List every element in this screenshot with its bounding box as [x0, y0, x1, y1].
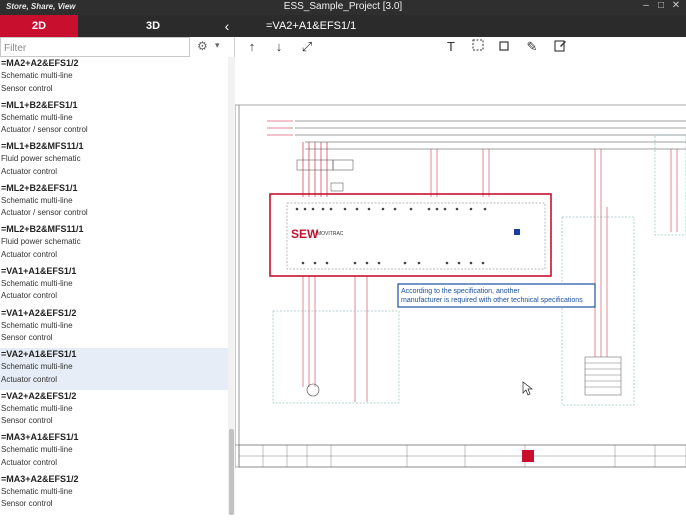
- bus-lines: [295, 120, 686, 150]
- sidebar-item-title: =ML2+B2&MFS11/1: [1, 224, 84, 235]
- sidebar-item-function: Actuator / sensor control: [1, 125, 88, 135]
- motor-symbol: [306, 383, 320, 397]
- terminal-row-top: [295, 207, 487, 211]
- sidebar-item-title: =VA2+A1&EFS1/1: [1, 349, 77, 360]
- header-rail: [267, 120, 293, 136]
- sew-logo: SEW: [291, 227, 319, 241]
- sidebar-item-type: Schematic multi-line: [1, 278, 73, 288]
- sidebar-item-title: =ML1+B2&MFS11/1: [1, 141, 84, 152]
- sidebar-item-function: Actuator control: [1, 249, 58, 259]
- sidebar-item-title: =MA3+A2&EFS1/2: [1, 473, 79, 484]
- sidebar-item-title: =MA2+A2&EFS1/2: [1, 58, 79, 68]
- sidebar-item[interactable]: =MA3+A2&EFS1/2 Schematic multi-line Sensor…: [0, 473, 228, 515]
- sidebar-item-type: Schematic multi-line: [1, 195, 73, 205]
- filter-field[interactable]: [0, 37, 190, 58]
- sidebar-item-type: Schematic multi-line: [1, 362, 73, 372]
- sidebar-item[interactable]: =VA2+A2&EFS1/2 Schematic multi-line Sensor…: [0, 390, 228, 432]
- sidebar-item[interactable]: =ML2+B2&MFS11/1 Fluid power schematic Actu…: [0, 223, 228, 265]
- text-tool-icon[interactable]: T: [442, 39, 460, 55]
- close-icon[interactable]: ✕: [670, 0, 682, 11]
- sidebar-scrollbar[interactable]: [228, 57, 235, 515]
- sidebar-item-type: Schematic multi-line: [1, 71, 73, 80]
- sidebar-item-title: =ML1+B2&EFS1/1: [1, 99, 78, 110]
- sidebar-item[interactable]: =VA2+A1&EFS1/1 Schematic multi-line Actuat…: [0, 348, 228, 390]
- gear-icon[interactable]: ⚙: [197, 39, 208, 53]
- sidebar-item-function: Actuator control: [1, 166, 58, 176]
- sidebar-item-title: =VA1+A2&EFS1/2: [1, 307, 77, 318]
- motor-circuit: [302, 276, 368, 402]
- terminal-strip-lines: [585, 362, 621, 388]
- mouse-cursor-icon: [522, 381, 534, 396]
- sidebar-item-function: Actuator / sensor control: [1, 208, 88, 218]
- sidebar-item[interactable]: =ML2+B2&EFS1/1 Schematic multi-line Actuat…: [0, 182, 228, 224]
- sidebar-item-type: Schematic multi-line: [1, 486, 73, 496]
- sidebar-item-function: Sensor control: [1, 416, 53, 426]
- far-right-box: [654, 134, 686, 236]
- movitrac-label: MOVITRAC: [317, 231, 344, 237]
- rectangle-tool-icon[interactable]: [495, 39, 513, 55]
- frame-select-icon[interactable]: [469, 39, 487, 55]
- sidebar-item-type: Fluid power schematic: [1, 237, 81, 247]
- sidebar-item[interactable]: =ML1+B2&EFS1/1 Schematic multi-line Actuat…: [0, 99, 228, 141]
- sidebar-item[interactable]: =VA1+A1&EFS1/1 Schematic multi-line Actuat…: [0, 265, 228, 307]
- minimize-icon[interactable]: –: [640, 0, 652, 11]
- sidebar-item-title: =ML2+B2&EFS1/1: [1, 182, 78, 193]
- blue-marker: [514, 229, 520, 235]
- right-panel: [561, 216, 635, 406]
- sidebar-item-type: Schematic multi-line: [1, 320, 73, 330]
- tab-3d[interactable]: 3D: [78, 15, 228, 37]
- sidebar-item-type: Schematic multi-line: [1, 112, 73, 122]
- sidebar-item-function: Sensor control: [1, 333, 53, 343]
- sidebar-item-function: Sensor control: [1, 499, 53, 509]
- arrow-up-icon[interactable]: ↑: [243, 39, 261, 55]
- sidebar-item-type: Schematic multi-line: [1, 403, 73, 413]
- page-list: =MA2+A2&EFS1/2 Schematic multi-line Sensor…: [0, 57, 228, 515]
- annotation-line-1: According to the specification, another: [401, 288, 520, 295]
- sidebar-item-function: Actuator control: [1, 457, 58, 467]
- pen-tool-icon[interactable]: ✎: [523, 39, 541, 55]
- motor-box: [272, 310, 400, 404]
- toolbar: ↑ ↓ ⤢ T ✎: [240, 37, 686, 57]
- sidebar-item-type: Fluid power schematic: [1, 154, 81, 164]
- maximize-icon[interactable]: □: [655, 0, 667, 11]
- page-title: =VA2+A1&EFS1/1: [240, 15, 686, 37]
- collapse-sidebar-button[interactable]: ‹: [216, 15, 238, 37]
- terminal-strip: [584, 356, 622, 396]
- chevron-down-icon[interactable]: ▾: [215, 40, 220, 51]
- view-tabs: 2D 3D ‹: [0, 15, 240, 37]
- power-feed: [302, 142, 328, 197]
- sidebar-item-type: Schematic multi-line: [1, 445, 73, 455]
- project-title: ESS_Sample_Project [3.0]: [283, 1, 403, 12]
- breaker-symbols: [296, 159, 354, 192]
- sidebar-item-function: Actuator control: [1, 291, 58, 301]
- right-feed: [594, 207, 608, 357]
- fit-screen-icon[interactable]: ⤢: [298, 39, 316, 55]
- sidebar-item[interactable]: =MA3+A1&EFS1/1 Schematic multi-line Actuat…: [0, 431, 228, 473]
- tab-2d[interactable]: 2D: [0, 15, 78, 37]
- filter-input[interactable]: [1, 39, 189, 58]
- terminal-row-bottom: [301, 261, 485, 265]
- schematic-canvas[interactable]: SEW MOVITRAC According to the specificat…: [234, 57, 686, 515]
- sidebar-item-title: =MA3+A1&EFS1/1: [1, 432, 79, 443]
- sidebar-item-title: =VA2+A2&EFS1/2: [1, 390, 77, 401]
- sidebar-item[interactable]: =MA2+A2&EFS1/2 Schematic multi-line Sensor…: [0, 57, 228, 99]
- edit-note-icon[interactable]: [551, 39, 569, 55]
- far-right-lines: [670, 149, 678, 232]
- sidebar-item-function: Sensor control: [1, 83, 53, 93]
- sidebar: ⚙ ▾ =MA2+A2&EFS1/2 Schematic multi-line Se…: [0, 37, 235, 515]
- branch-lines: [430, 149, 602, 207]
- arrow-down-icon[interactable]: ↓: [270, 39, 288, 55]
- annotation-line-2: manufacturer is required with other tech…: [401, 297, 583, 304]
- sidebar-item[interactable]: =VA1+A2&EFS1/2 Schematic multi-line Sensor…: [0, 307, 228, 349]
- scrollbar-thumb[interactable]: [229, 429, 234, 515]
- sidebar-item-title: =VA1+A1&EFS1/1: [1, 265, 77, 276]
- sidebar-item[interactable]: =ML1+B2&MFS11/1 Fluid power schematic Actu…: [0, 140, 228, 182]
- title-block: [238, 444, 686, 468]
- title-bar: Store, Share, View ESS_Sample_Project [3…: [0, 0, 686, 15]
- sidebar-item-function: Actuator control: [1, 374, 58, 384]
